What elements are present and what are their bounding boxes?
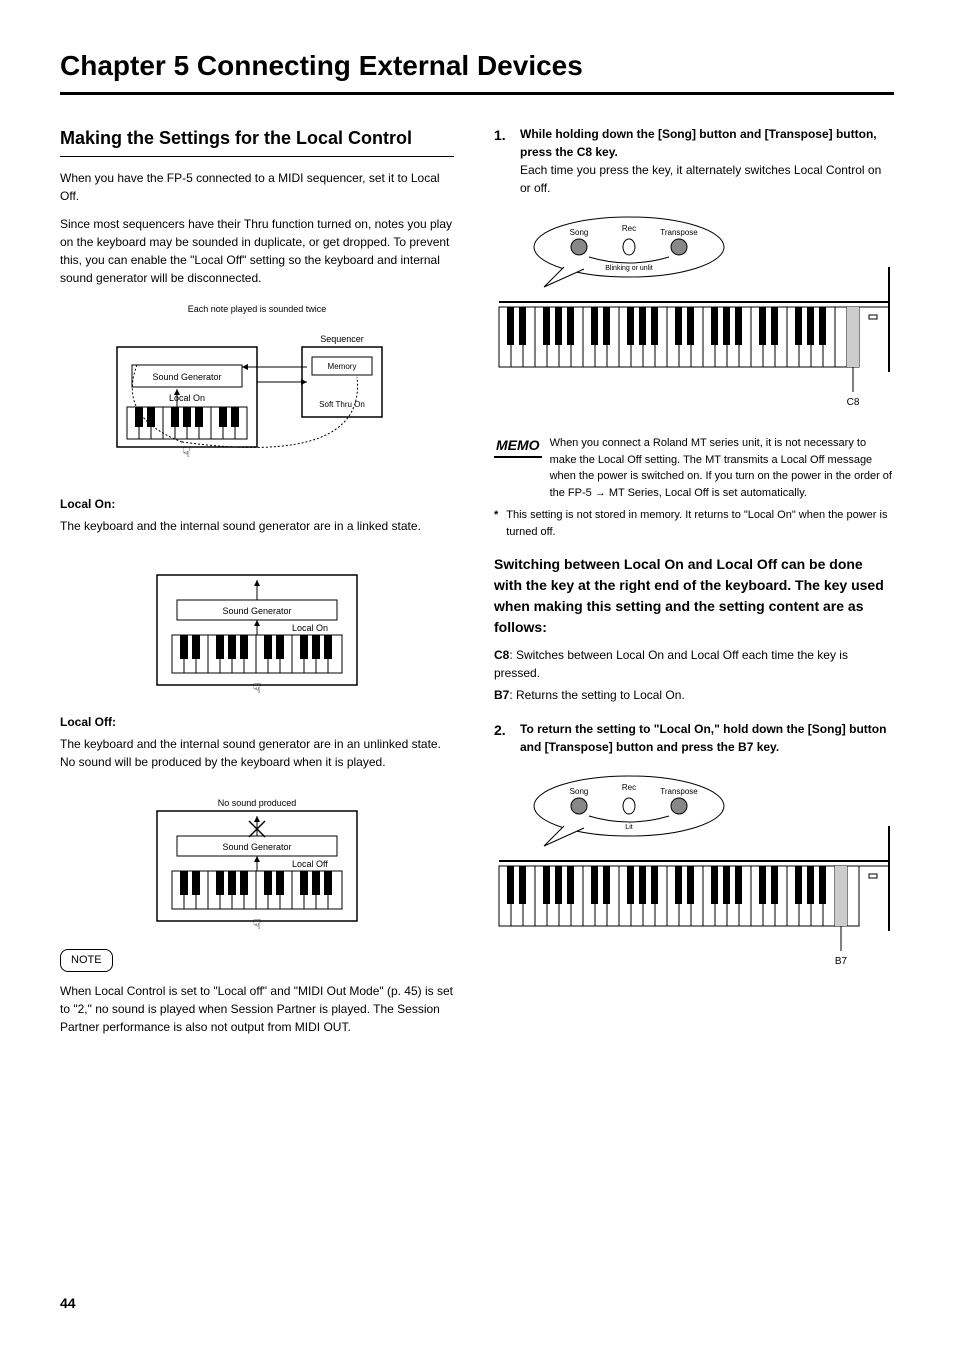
key-desc-c8: C8: Switches between Local On and Local … xyxy=(494,646,894,682)
left-column: Making the Settings for the Local Contro… xyxy=(60,125,454,1046)
svg-text:Transpose: Transpose xyxy=(660,228,698,237)
key-text: : Returns the setting to Local On. xyxy=(509,688,684,702)
figure-keyboard-c8: Song Rec Blinking or unlit Transpose xyxy=(494,207,894,417)
svg-text:☟: ☟ xyxy=(182,444,191,460)
step-title: While holding down the [Song] button and… xyxy=(520,125,894,161)
svg-text:☟: ☟ xyxy=(253,680,262,695)
svg-text:No sound produced: No sound produced xyxy=(218,798,297,808)
svg-text:Sound Generator: Sound Generator xyxy=(222,842,291,852)
step-number: 2. xyxy=(494,720,512,756)
step-number: 1. xyxy=(494,125,512,197)
svg-text:Local Off: Local Off xyxy=(292,859,328,869)
memo-text: When you connect a Roland MT series unit… xyxy=(550,435,894,501)
memo-block: MEMO When you connect a Roland MT series… xyxy=(494,435,894,501)
section-heading: Making the Settings for the Local Contro… xyxy=(60,125,454,157)
svg-text:C8: C8 xyxy=(847,397,860,408)
svg-text:☟: ☟ xyxy=(253,916,262,931)
paragraph: The keyboard and the internal sound gene… xyxy=(60,517,454,535)
key-name: C8 xyxy=(494,648,509,662)
svg-text:Blinking or unlit: Blinking or unlit xyxy=(605,265,653,272)
paragraph: When you have the FP-5 connected to a MI… xyxy=(60,169,454,205)
svg-text:Sound Generator: Sound Generator xyxy=(152,372,221,382)
svg-text:Soft Thru On: Soft Thru On xyxy=(319,400,365,409)
paragraph: Since most sequencers have their Thru fu… xyxy=(60,215,454,287)
sub-heading: Switching between Local On and Local Off… xyxy=(494,554,894,638)
figure-sequencer-loop: Sound Generator Local On ☟ Sequencer Mem… xyxy=(60,297,454,477)
title-rule xyxy=(60,92,894,95)
svg-text:Sound Generator: Sound Generator xyxy=(222,606,291,616)
page-number: 44 xyxy=(60,1295,76,1311)
local-on-label: Local On: xyxy=(60,495,454,513)
svg-text:Sequencer: Sequencer xyxy=(320,334,364,344)
memo-icon: MEMO xyxy=(494,435,542,458)
svg-text:Local On: Local On xyxy=(292,623,328,633)
svg-text:Rec: Rec xyxy=(622,224,636,233)
key-name: B7 xyxy=(494,688,509,702)
svg-text:B7: B7 xyxy=(835,956,848,967)
svg-text:Song: Song xyxy=(570,787,589,796)
step-1: 1. While holding down the [Song] button … xyxy=(494,125,894,197)
key-desc-b7: B7: Returns the setting to Local On. xyxy=(494,686,894,704)
svg-text:Transpose: Transpose xyxy=(660,787,698,796)
svg-text:Lit: Lit xyxy=(625,824,632,831)
step-2: 2. To return the setting to "Local On," … xyxy=(494,720,894,756)
figure-local-off: Sound Generator ☟ Local Off No sound pro… xyxy=(60,781,454,931)
paragraph: The keyboard and the internal sound gene… xyxy=(60,735,454,771)
svg-text:Local On: Local On xyxy=(169,393,205,403)
note-text: When Local Control is set to "Local off"… xyxy=(60,982,454,1036)
chapter-title: Chapter 5 Connecting External Devices xyxy=(60,50,894,82)
svg-text:Song: Song xyxy=(570,228,589,237)
figure-keyboard-b7: Song Rec Lit Transpose xyxy=(494,766,894,976)
asterisk-note: This setting is not stored in memory. It… xyxy=(494,507,894,540)
step-title: To return the setting to "Local On," hol… xyxy=(520,720,894,756)
step-text: Each time you press the key, it alternat… xyxy=(520,161,894,197)
right-column: 1. While holding down the [Song] button … xyxy=(494,125,894,1046)
figure-local-on: Sound Generator ☟ Local On xyxy=(60,545,454,695)
svg-text:Each note played is sounded tw: Each note played is sounded twice xyxy=(188,304,327,314)
local-off-label: Local Off: xyxy=(60,713,454,731)
note-badge: NOTE xyxy=(60,949,113,972)
key-text: : Switches between Local On and Local Of… xyxy=(494,648,848,680)
svg-text:Memory: Memory xyxy=(328,362,357,371)
svg-text:Rec: Rec xyxy=(622,783,636,792)
